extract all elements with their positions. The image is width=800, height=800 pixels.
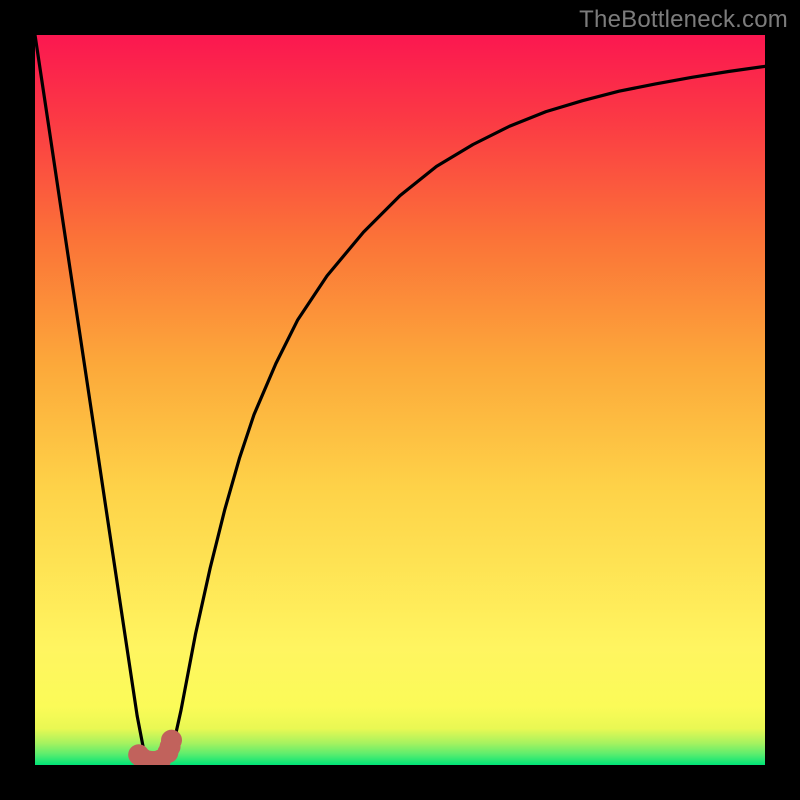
marker-dot — [161, 730, 182, 751]
chart-frame: TheBottleneck.com — [0, 0, 800, 800]
watermark-text: TheBottleneck.com — [579, 6, 788, 34]
plot-area — [35, 35, 765, 765]
chart-svg — [35, 35, 765, 765]
gradient-background — [35, 35, 765, 765]
